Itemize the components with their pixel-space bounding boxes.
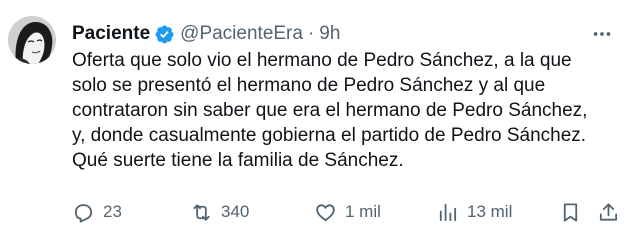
- tweet-text: Oferta que solo vio el hermano de Pedro …: [72, 48, 627, 173]
- display-name[interactable]: Paciente: [72, 23, 150, 45]
- separator-dot: ·: [307, 23, 315, 44]
- avatar-image: [8, 16, 56, 64]
- tweet-header: Paciente @PacienteEra · 9h: [72, 22, 340, 46]
- repost-count: 340: [221, 202, 250, 221]
- more-options-button[interactable]: [590, 22, 614, 46]
- like-button[interactable]: 1 mil: [314, 198, 381, 226]
- share-button[interactable]: [597, 198, 620, 226]
- reply-button[interactable]: 23: [72, 198, 122, 226]
- author-handle[interactable]: @PacienteEra: [180, 23, 303, 45]
- view-count: 13 mil: [467, 202, 513, 221]
- share-icon: [599, 202, 618, 221]
- repost-button[interactable]: 340: [190, 198, 249, 226]
- avatar[interactable]: [8, 16, 56, 64]
- heart-icon: [316, 203, 335, 221]
- views-button[interactable]: 13 mil: [436, 198, 512, 226]
- bookmark-button[interactable]: [559, 198, 582, 226]
- tweet-text-line: contrataron sin saber que era el hermano…: [72, 100, 588, 121]
- tweet-text-line: Oferta que solo vio el hermano de Pedro …: [72, 50, 572, 71]
- reply-icon: [74, 203, 93, 223]
- timestamp[interactable]: 9h: [319, 23, 340, 45]
- more-horizontal-icon: [593, 32, 611, 36]
- verified-badge-icon[interactable]: [154, 24, 175, 45]
- tweet-text-line: solo se presentó el hermano de Pedro Sán…: [72, 75, 546, 96]
- views-chart-icon: [439, 203, 457, 221]
- tweet[interactable]: Paciente @PacienteEra · 9h Oferta que so…: [0, 0, 630, 240]
- tweet-actions: 23 340 1 mil 13 mil: [72, 198, 622, 226]
- like-count: 1 mil: [345, 202, 381, 221]
- reply-count: 23: [103, 202, 122, 221]
- tweet-text-line: Qué suerte tiene la familia de Sánchez.: [72, 150, 404, 171]
- tweet-text-line: y, donde casualmente gobierna el partido…: [72, 125, 587, 146]
- bookmark-icon: [563, 202, 578, 222]
- repost-icon: [193, 203, 210, 221]
